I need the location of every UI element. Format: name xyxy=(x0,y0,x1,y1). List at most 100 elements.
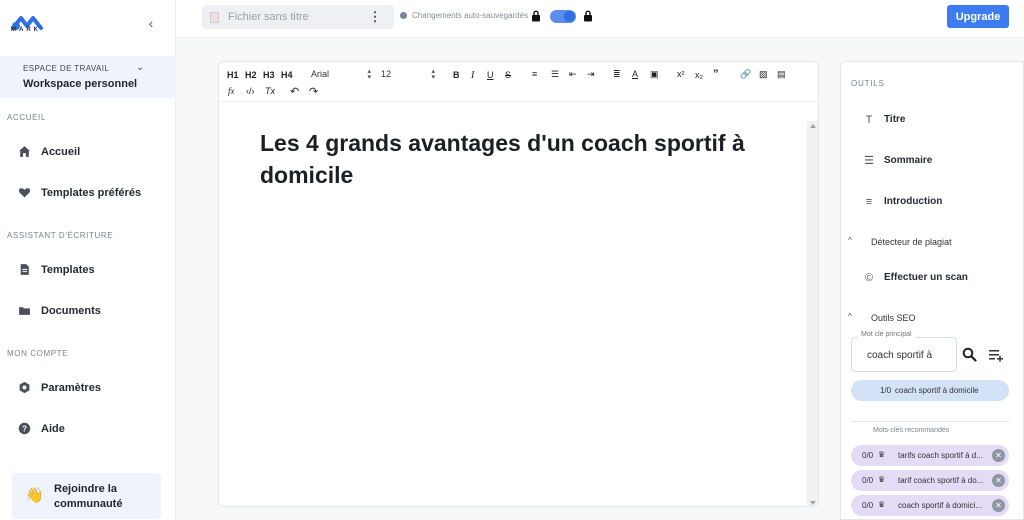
file-menu-button[interactable]: ⋮ xyxy=(368,8,382,26)
chevron-left-icon: ‹ xyxy=(148,15,154,31)
waving-hand-icon: 👋 xyxy=(25,487,44,504)
document-area[interactable]: Les 4 grands avantages d'un coach sporti… xyxy=(219,103,807,506)
video-icon[interactable]: ▤ xyxy=(777,69,786,80)
tool-label: Sommaire xyxy=(884,155,933,166)
editor-scrollbar[interactable] xyxy=(807,121,818,506)
underline-icon[interactable]: U xyxy=(487,70,494,80)
select-arrows-icon: ▴ ▾ xyxy=(431,68,435,81)
editor: H1 H2 H3 H4 Arial ▴ ▾ 12 ▴ ▾ B I U S ≡ ☰ ⇤… xyxy=(218,61,819,507)
formula-icon[interactable]: fx xyxy=(228,86,235,96)
editor-toolbar: H1 H2 H3 H4 Arial ▴ ▾ 12 ▴ ▾ B I U S ≡ ☰ ⇤… xyxy=(219,62,818,102)
accordion-label: Outils SEO xyxy=(871,313,916,323)
outdent-icon[interactable]: ⇤ xyxy=(569,69,577,80)
heading-2-button[interactable]: H2 xyxy=(245,70,257,80)
sidebar-item-label: Paramètres xyxy=(41,382,101,394)
search-icon[interactable] xyxy=(962,347,977,362)
recommended-keyword-pill[interactable]: 0/0 ♛ coach sportif à domici... ✕ xyxy=(851,495,1009,516)
section-title-mon-compte: MON COMPTE xyxy=(7,349,69,358)
lock-closed-icon xyxy=(584,10,592,22)
sidebar-item-parametres[interactable]: Paramètres xyxy=(0,375,176,401)
font-size-select[interactable]: 12 ▴ ▾ xyxy=(381,68,435,81)
remove-icon[interactable]: ✕ xyxy=(992,474,1005,487)
keyword-count: 1/0 xyxy=(880,386,892,395)
upgrade-button[interactable]: Upgrade xyxy=(947,5,1009,28)
recommended-keyword-pill[interactable]: 0/0 ♛ tarifs coach sportif à d... ✕ xyxy=(851,445,1009,466)
plagiarism-accordion[interactable]: ^ Détecteur de plagiat xyxy=(841,234,1023,252)
remove-icon[interactable]: ✕ xyxy=(992,499,1005,512)
divider xyxy=(851,421,1009,422)
sidebar-item-documents[interactable]: Documents xyxy=(0,298,176,324)
redo-icon[interactable]: ↷ xyxy=(309,85,318,98)
align-icon[interactable]: ≣ xyxy=(613,69,621,80)
playlist-add-icon[interactable] xyxy=(989,349,1003,362)
collapse-sidebar-button[interactable]: ‹ xyxy=(144,16,158,30)
bold-icon[interactable]: B xyxy=(453,70,460,80)
heading-1-button[interactable]: H1 xyxy=(227,70,239,80)
svg-text:?: ? xyxy=(22,424,27,433)
lock-open-icon xyxy=(532,10,540,22)
font-family-select[interactable]: Arial ▴ ▾ xyxy=(311,68,371,81)
scroll-down-icon[interactable] xyxy=(810,501,816,505)
home-icon xyxy=(19,146,30,157)
quote-icon[interactable]: ” xyxy=(713,68,719,80)
undo-icon[interactable]: ↶ xyxy=(290,85,299,98)
clear-format-icon[interactable]: Tx xyxy=(265,86,275,96)
highlight-icon[interactable]: ▣ xyxy=(650,69,659,80)
seo-accordion[interactable]: ^ Outils SEO xyxy=(841,310,1023,328)
subscript-icon[interactable]: x₂ xyxy=(695,70,703,80)
indent-icon[interactable]: ⇥ xyxy=(587,69,595,80)
file-name-input[interactable] xyxy=(228,9,368,25)
link-icon[interactable]: 🔗 xyxy=(740,69,751,80)
crown-icon: ♛ xyxy=(878,475,886,484)
sidebar: MARK ‹ ESPACE DE TRAVAIL Workspace perso… xyxy=(0,0,176,520)
tool-introduction[interactable]: ≡ Introduction xyxy=(841,191,1023,215)
folder-icon xyxy=(19,307,30,315)
main-keyword-input[interactable] xyxy=(867,348,953,362)
heading-3-button[interactable]: H3 xyxy=(263,70,275,80)
remove-icon[interactable]: ✕ xyxy=(992,449,1005,462)
image-icon[interactable]: ▨ xyxy=(759,69,768,80)
recommended-keywords-title: Mots-clés recommandés xyxy=(873,427,950,434)
sidebar-item-templates[interactable]: Templates xyxy=(0,257,176,283)
main-keyword-field: Mot clé principal xyxy=(851,331,957,372)
keyword-text: coach sportif à domicile xyxy=(895,386,979,395)
italic-icon[interactable]: I xyxy=(471,70,474,81)
strikethrough-icon[interactable]: S xyxy=(505,70,511,80)
tool-label: Effectuer un scan xyxy=(884,272,968,283)
document-icon xyxy=(20,264,29,275)
sidebar-item-aide[interactable]: ? Aide xyxy=(0,416,176,442)
join-community-button[interactable]: 👋 Rejoindre la communauté xyxy=(12,473,161,519)
autosave-status-text: Changements auto-sauvegardés xyxy=(412,11,529,20)
ordered-list-icon[interactable]: ≡ xyxy=(532,69,537,79)
copyright-icon: © xyxy=(864,272,874,284)
heading-4-button[interactable]: H4 xyxy=(281,70,293,80)
tool-sommaire[interactable]: ☰ Sommaire xyxy=(841,150,1023,174)
paragraph-icon: ≡ xyxy=(865,196,873,208)
font-size-value: 12 xyxy=(381,69,392,79)
bullet-list-icon[interactable]: ☰ xyxy=(551,69,559,80)
tool-titre[interactable]: T Titre xyxy=(841,109,1023,133)
sidebar-item-label: Documents xyxy=(41,305,101,317)
lock-toggle[interactable] xyxy=(550,10,576,23)
workspace-label: ESPACE DE TRAVAIL xyxy=(23,64,110,73)
keyword-count: 0/0 xyxy=(862,501,874,510)
gear-icon xyxy=(19,381,30,394)
text-color-icon[interactable]: A xyxy=(632,69,638,79)
tools-panel: OUTILS T Titre ☰ Sommaire ≡ Introduction… xyxy=(840,61,1024,520)
tool-label: Introduction xyxy=(884,196,943,207)
scroll-up-icon[interactable] xyxy=(810,124,816,128)
chevron-up-icon: ^ xyxy=(848,236,852,245)
crown-icon: ♛ xyxy=(878,500,886,509)
superscript-icon[interactable]: x² xyxy=(677,69,685,79)
workspace-selector[interactable]: ESPACE DE TRAVAIL Workspace personnel ⌄ xyxy=(0,56,176,98)
code-icon[interactable]: ‹/› xyxy=(246,86,255,96)
file-icon xyxy=(210,12,219,23)
sidebar-item-templates-preferes[interactable]: Templates préférés xyxy=(0,180,176,206)
scan-button[interactable]: © Effectuer un scan xyxy=(841,267,1023,291)
select-arrows-icon: ▴ ▾ xyxy=(367,68,371,81)
recommended-keyword-pill[interactable]: 0/0 ♛ tarif coach sportif à do... ✕ xyxy=(851,470,1009,491)
sidebar-item-accueil[interactable]: Accueil xyxy=(0,139,176,165)
list-icon: ☰ xyxy=(864,155,874,167)
document-title[interactable]: Les 4 grands avantages d'un coach sporti… xyxy=(260,127,780,191)
crown-icon: ♛ xyxy=(878,450,886,459)
